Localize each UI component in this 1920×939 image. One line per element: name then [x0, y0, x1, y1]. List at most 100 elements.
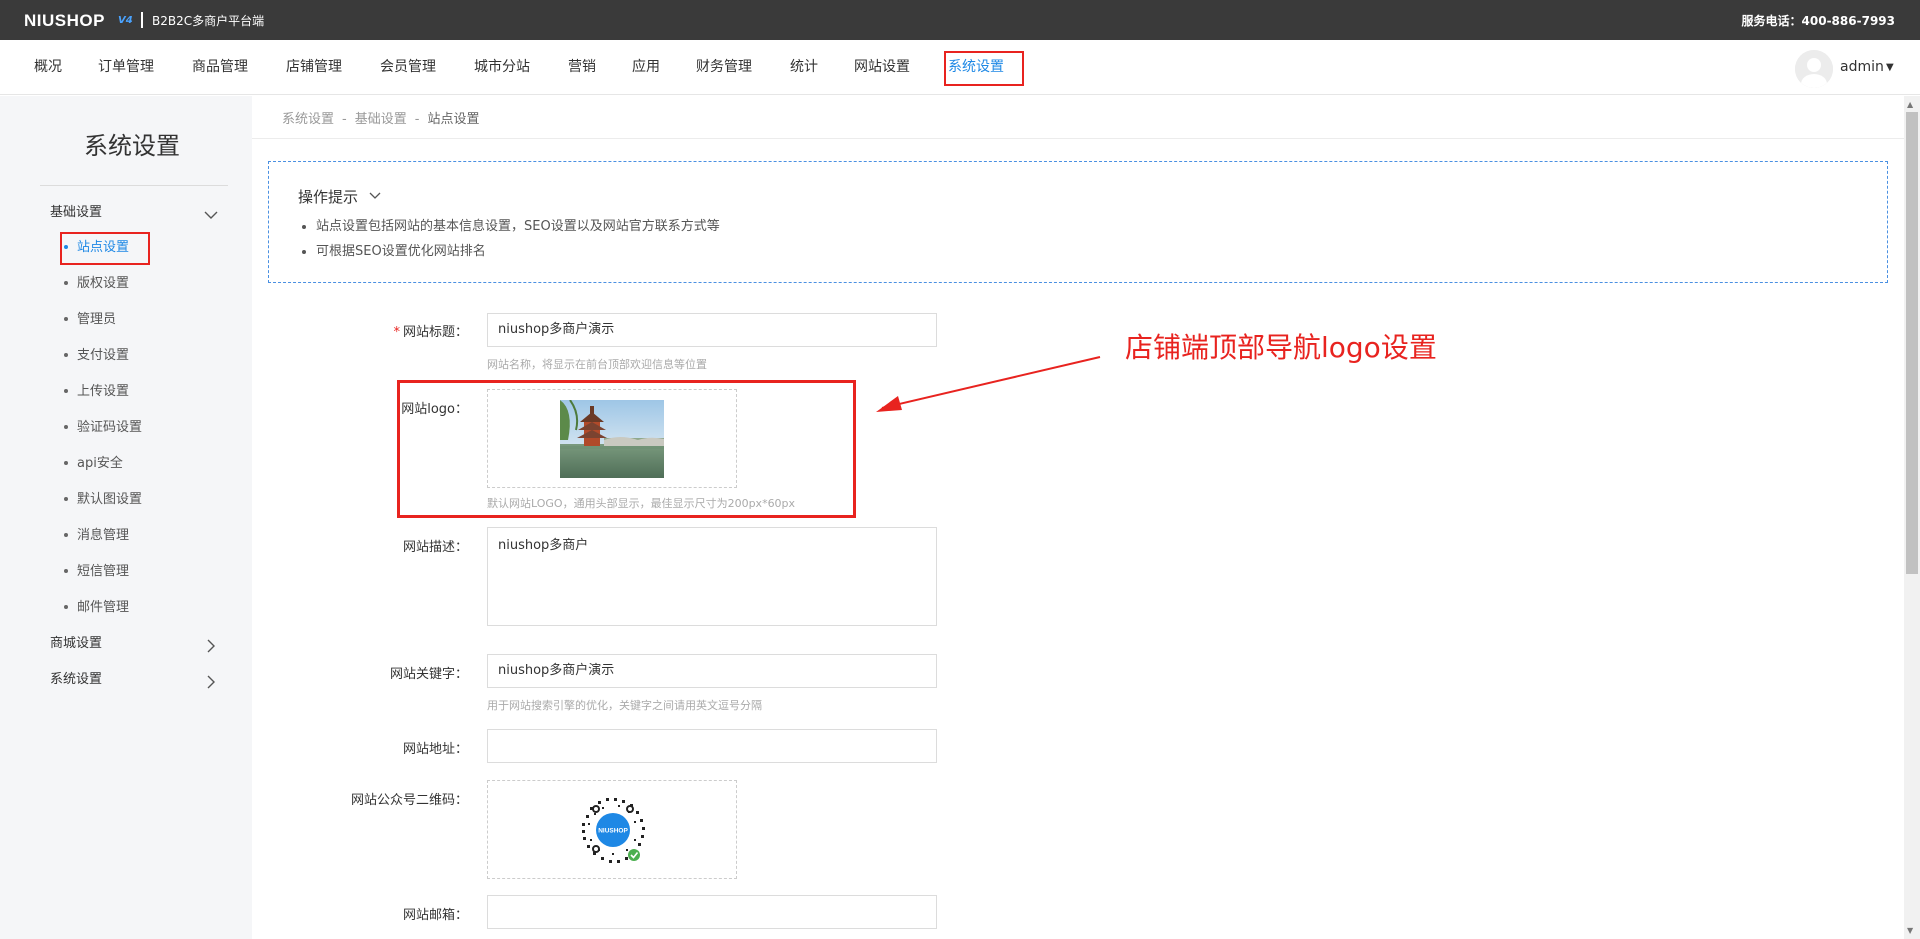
site-keywords-hint: 用于网站搜索引擎的优化，关键字之间请用英文逗号分隔	[487, 699, 762, 712]
sidebar-item-label: api安全	[77, 456, 123, 471]
site-title-input[interactable]: niushop多商户演示	[487, 313, 937, 347]
nav-item-shops[interactable]: 店铺管理	[286, 40, 342, 95]
bullet-dot	[64, 316, 68, 321]
chevron-down-icon[interactable]	[369, 191, 381, 201]
qrcode-logo-text: NIUSHOP	[598, 828, 628, 835]
bullet-dot	[64, 532, 68, 537]
nav-highlight-box	[944, 51, 1024, 86]
service-hotline: 服务电话：400-886-7993	[1741, 14, 1895, 28]
sidebar-item-label: 支付设置	[77, 348, 130, 363]
site-description-textarea[interactable]: niushop多商户	[487, 527, 937, 626]
bullet-dot	[64, 352, 68, 357]
wechat-qrcode-image: NIUSHOP	[578, 795, 648, 865]
caret-down-icon[interactable]: ▼	[1886, 40, 1894, 95]
site-keywords-input[interactable]: niushop多商户演示	[487, 654, 937, 688]
user-name[interactable]: admin	[1840, 40, 1884, 95]
brand-logo[interactable]: NIUSHOP	[24, 11, 105, 31]
sidebar-title: 系统设置	[84, 132, 180, 160]
scroll-up-arrow-icon[interactable]: ▲	[1907, 100, 1913, 109]
site-title-label: * 网站标题：	[248, 321, 468, 340]
sidebar-group-basic[interactable]: 基础设置	[50, 203, 102, 223]
main-nav: 概况 订单管理 商品管理 店铺管理 会员管理 城市分站 营销 应用 财务管理 统…	[0, 40, 1920, 95]
sidebar-item-label: 默认图设置	[77, 492, 143, 507]
top-bar: NIUSHOP V4 B2B2C多商户平台端 服务电话：400-886-7993	[0, 0, 1920, 40]
sidebar-item-label: 版权设置	[77, 276, 130, 291]
sidebar-item-payment[interactable]: 支付设置	[64, 346, 129, 366]
bullet-dot	[64, 496, 68, 501]
nav-item-goods[interactable]: 商品管理	[192, 40, 248, 95]
breadcrumb-divider	[252, 138, 1904, 139]
tips-item: 可根据SEO设置优化网站排名	[316, 239, 720, 264]
brand-version: V4	[118, 15, 133, 26]
sidebar-item-label: 短信管理	[77, 564, 130, 579]
breadcrumb-item[interactable]: 基础设置	[355, 112, 407, 127]
breadcrumb-item[interactable]: 系统设置	[282, 112, 334, 127]
sidebar-divider	[40, 185, 228, 186]
scrollbar-thumb[interactable]	[1906, 112, 1918, 574]
nav-item-city-stations[interactable]: 城市分站	[474, 40, 530, 95]
bullet-dot	[64, 604, 68, 609]
site-description-label: 网站描述：	[402, 540, 468, 555]
nav-item-finance[interactable]: 财务管理	[696, 40, 752, 95]
nav-item-statistics[interactable]: 统计	[790, 40, 818, 95]
required-mark: *	[393, 325, 400, 340]
chevron-down-icon[interactable]	[203, 207, 219, 223]
sidebar-item-admins[interactable]: 管理员	[64, 310, 116, 330]
sidebar-item-label: 上传设置	[77, 384, 130, 399]
sidebar-item-label: 管理员	[77, 312, 117, 327]
bullet-dot	[64, 388, 68, 393]
brand-subtitle: B2B2C多商户平台端	[152, 14, 265, 28]
sidebar-item-label: 消息管理	[77, 528, 130, 543]
site-keywords-label: 网站关键字：	[389, 667, 468, 682]
tips-panel: 操作提示 站点设置包括网站的基本信息设置，SEO设置以及网站官方联系方式等 可根…	[268, 161, 1888, 283]
bullet-dot	[64, 460, 68, 465]
sidebar: 系统设置 基础设置 站点设置 版权设置 管理员 支付设置 上传设置 验证码设置 …	[0, 96, 252, 939]
avatar[interactable]	[1795, 50, 1833, 88]
brand-divider	[141, 12, 143, 28]
logo-highlight-box	[397, 380, 856, 518]
breadcrumb: 系统设置 - 基础设置 - 站点设置	[282, 108, 479, 127]
nav-item-overview[interactable]: 概况	[34, 40, 62, 95]
site-url-label: 网站地址：	[402, 742, 468, 757]
bullet-dot	[64, 280, 68, 285]
tips-title[interactable]: 操作提示	[298, 186, 358, 207]
site-title-label-text: 网站标题：	[402, 325, 468, 340]
nav-item-apps[interactable]: 应用	[632, 40, 660, 95]
tips-item: 站点设置包括网站的基本信息设置，SEO设置以及网站官方联系方式等	[316, 214, 720, 239]
site-email-input[interactable]	[487, 895, 937, 929]
sidebar-item-label: 邮件管理	[77, 600, 130, 615]
sidebar-item-api-security[interactable]: api安全	[64, 454, 123, 474]
breadcrumb-separator: -	[414, 112, 420, 127]
scroll-down-arrow-icon[interactable]: ▼	[1907, 926, 1913, 935]
site-url-input[interactable]	[487, 729, 937, 763]
sidebar-item-label: 验证码设置	[77, 420, 143, 435]
site-qrcode-upload[interactable]: NIUSHOP	[487, 780, 737, 879]
annotation-arrow-icon	[876, 356, 1101, 412]
annotation-text: 店铺端顶部导航logo设置	[1125, 331, 1437, 364]
bullet-dot	[64, 568, 68, 573]
nav-item-members[interactable]: 会员管理	[380, 40, 436, 95]
sidebar-group-system[interactable]: 系统设置	[50, 670, 102, 690]
sidebar-item-captcha[interactable]: 验证码设置	[64, 418, 142, 438]
nav-item-site-settings[interactable]: 网站设置	[854, 40, 910, 95]
sidebar-item-email[interactable]: 邮件管理	[64, 598, 129, 618]
site-title-hint: 网站名称，将显示在前台顶部欢迎信息等位置	[487, 358, 707, 371]
sidebar-item-sms[interactable]: 短信管理	[64, 562, 129, 582]
chevron-right-icon[interactable]	[203, 674, 219, 690]
nav-item-orders[interactable]: 订单管理	[98, 40, 154, 95]
sidebar-item-default-images[interactable]: 默认图设置	[64, 490, 142, 510]
nav-item-marketing[interactable]: 营销	[568, 40, 596, 95]
site-email-label: 网站邮箱：	[402, 908, 468, 923]
sidebar-item-copyright[interactable]: 版权设置	[64, 274, 129, 294]
bullet-dot	[64, 424, 68, 429]
sidebar-group-mall[interactable]: 商城设置	[50, 634, 102, 654]
user-avatar-icon	[1795, 50, 1833, 88]
breadcrumb-current: 站点设置	[427, 112, 480, 127]
site-qrcode-label: 网站公众号二维码：	[350, 793, 468, 808]
breadcrumb-separator: -	[342, 112, 347, 127]
sidebar-highlight-box	[60, 232, 150, 265]
sidebar-item-messages[interactable]: 消息管理	[64, 526, 129, 546]
sidebar-item-upload[interactable]: 上传设置	[64, 382, 129, 402]
chevron-right-icon[interactable]	[203, 638, 219, 654]
tips-list: 站点设置包括网站的基本信息设置，SEO设置以及网站官方联系方式等 可根据SEO设…	[298, 214, 720, 264]
